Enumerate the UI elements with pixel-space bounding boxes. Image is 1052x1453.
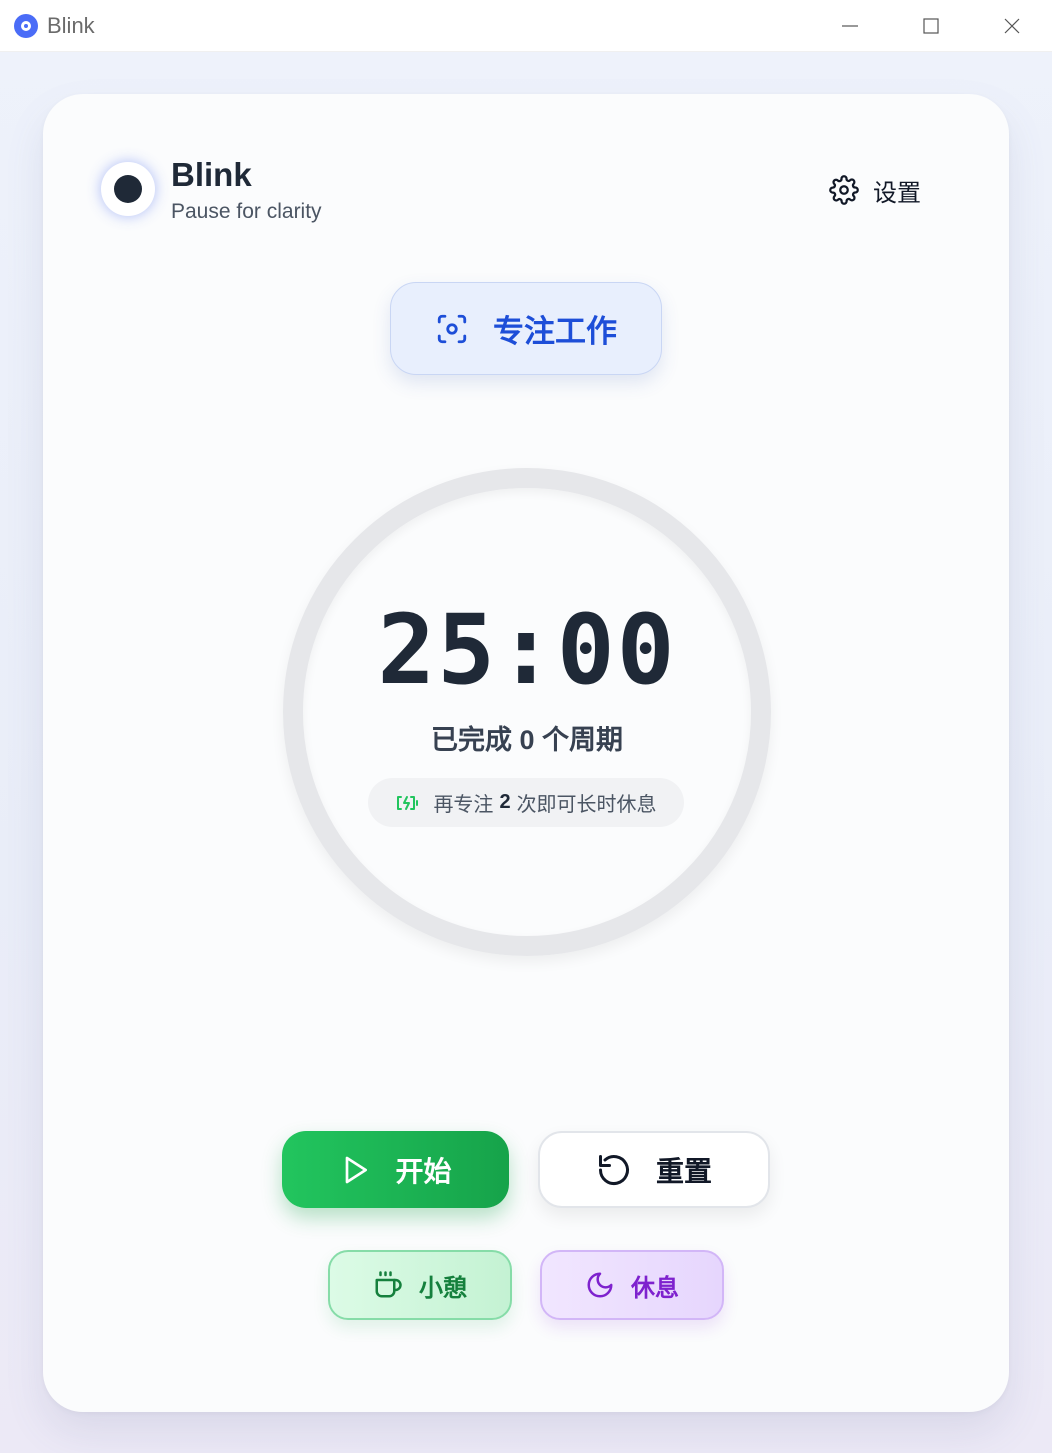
cycles-completed: 已完成 0 个周期 <box>283 718 771 757</box>
hint-suffix: 次即可长时休息 <box>516 794 657 816</box>
settings-label: 设置 <box>873 179 921 207</box>
timer-ring <box>283 468 771 956</box>
close-button[interactable] <box>971 0 1052 52</box>
close-icon <box>1004 18 1019 34</box>
battery-charging-icon <box>397 795 419 810</box>
cycles-prefix: 已完成 <box>430 725 512 755</box>
reset-button[interactable]: 重置 <box>538 1131 770 1208</box>
gear-icon <box>829 175 859 205</box>
app-icon <box>14 13 38 38</box>
maximize-icon <box>922 18 939 34</box>
minimize-button[interactable] <box>809 0 890 52</box>
timer-display: 25:00 <box>377 594 677 706</box>
settings-button[interactable]: 设置 <box>829 170 921 210</box>
moon-icon <box>587 1272 613 1298</box>
reset-icon <box>598 1154 629 1185</box>
main-card: Blink Pause for clarity 设置 专注工作 25:00 已完… <box>43 94 1009 1412</box>
short-break-label: 小憩 <box>419 1274 467 1302</box>
mode-selector-button[interactable]: 专注工作 <box>390 282 662 375</box>
minimize-icon <box>841 25 858 27</box>
long-break-button[interactable]: 休息 <box>540 1250 724 1320</box>
focus-icon <box>437 314 467 343</box>
short-break-button[interactable]: 小憩 <box>328 1250 512 1320</box>
window-titlebar: Blink <box>0 0 1052 52</box>
long-break-label: 休息 <box>631 1274 679 1302</box>
reset-label: 重置 <box>655 1155 712 1187</box>
logo-dot-icon <box>114 175 142 203</box>
play-icon <box>346 1156 368 1183</box>
long-break-hint: 再专注 2 次即可长时休息 <box>368 778 684 827</box>
coffee-icon <box>375 1271 402 1298</box>
cycles-count: 0 <box>519 725 535 755</box>
brand-name: Blink <box>171 156 252 193</box>
brand-tagline: Pause for clarity <box>171 200 322 223</box>
window-controls <box>809 0 1052 52</box>
maximize-button[interactable] <box>890 0 971 52</box>
hint-count: 2 <box>499 791 511 813</box>
start-button[interactable]: 开始 <box>282 1131 509 1208</box>
start-label: 开始 <box>395 1155 452 1187</box>
cycles-suffix: 个周期 <box>542 725 624 755</box>
window-title: Blink <box>47 12 95 38</box>
brand-logo <box>101 162 155 216</box>
mode-label: 专注工作 <box>493 314 617 349</box>
hint-prefix: 再专注 <box>433 794 494 816</box>
